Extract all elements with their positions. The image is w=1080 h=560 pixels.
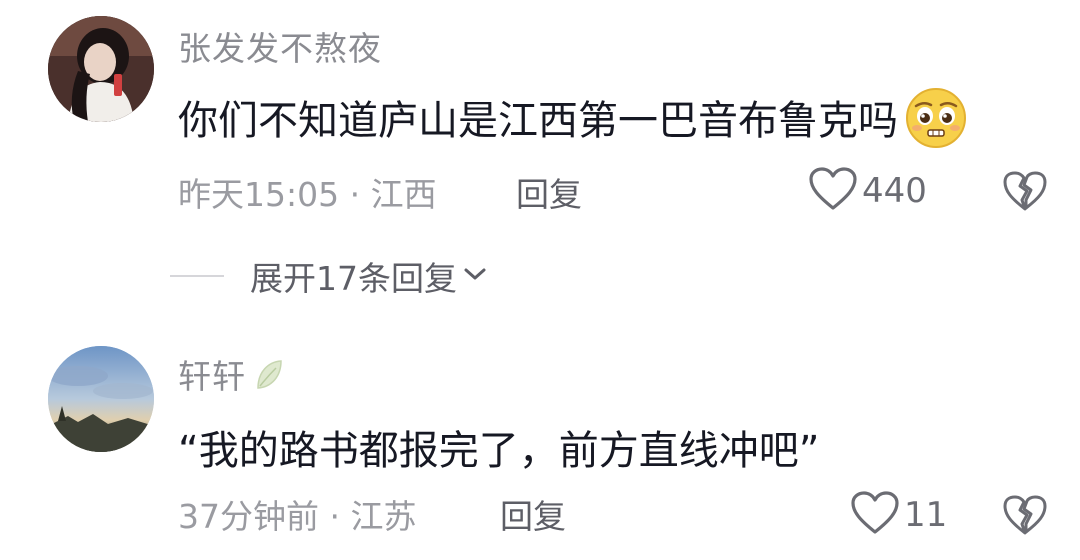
divider-line [170,275,224,277]
comment-text: “我的路书都报完了，前方直线冲吧” [178,428,820,474]
expand-replies-button[interactable]: 展开17条回复 [170,252,487,300]
comment-text: 你们不知道庐山是江西第一巴音布鲁克吗 [178,86,968,160]
username[interactable]: 轩轩 [178,350,284,400]
dislike-button[interactable] [1002,494,1048,540]
comment-item: 张发发不熬夜 你们不知道庐山是江西第一巴音布鲁克吗 昨天15:05 · 江西 回… [0,0,1080,330]
like-button[interactable]: 11 [850,490,947,540]
comment-meta: 37分钟前 · 江苏 [178,497,417,536]
comment-meta: 昨天15:05 · 江西 [178,175,437,214]
pleading-face-emoji [904,86,968,160]
like-count: 11 [904,495,948,535]
avatar[interactable] [48,346,154,452]
like-button[interactable]: 440 [808,166,927,216]
chevron-down-icon [463,266,487,286]
comment-text-content: 你们不知道庐山是江西第一巴音布鲁克吗 [178,98,898,144]
avatar[interactable] [48,16,154,122]
avatar-image [48,16,154,122]
reply-button[interactable]: 回复 [500,490,566,538]
username[interactable]: 张发发不熬夜 [178,22,382,70]
username-text: 轩轩 [178,357,246,396]
reply-button[interactable]: 回复 [516,168,582,216]
expand-replies-label: 展开17条回复 [250,259,457,298]
dislike-button[interactable] [1002,170,1048,216]
avatar-image [48,346,154,452]
broken-heart-icon [1002,171,1048,216]
heart-outline-icon [850,490,900,540]
comment-item: 轩轩 “我的路书都报完了，前方直线冲吧” 37分钟前 · 江苏 回复 11 [0,330,1080,560]
like-count: 440 [862,171,927,211]
broken-heart-icon [1002,495,1048,540]
heart-outline-icon [808,166,858,216]
leaf-icon [254,358,284,400]
